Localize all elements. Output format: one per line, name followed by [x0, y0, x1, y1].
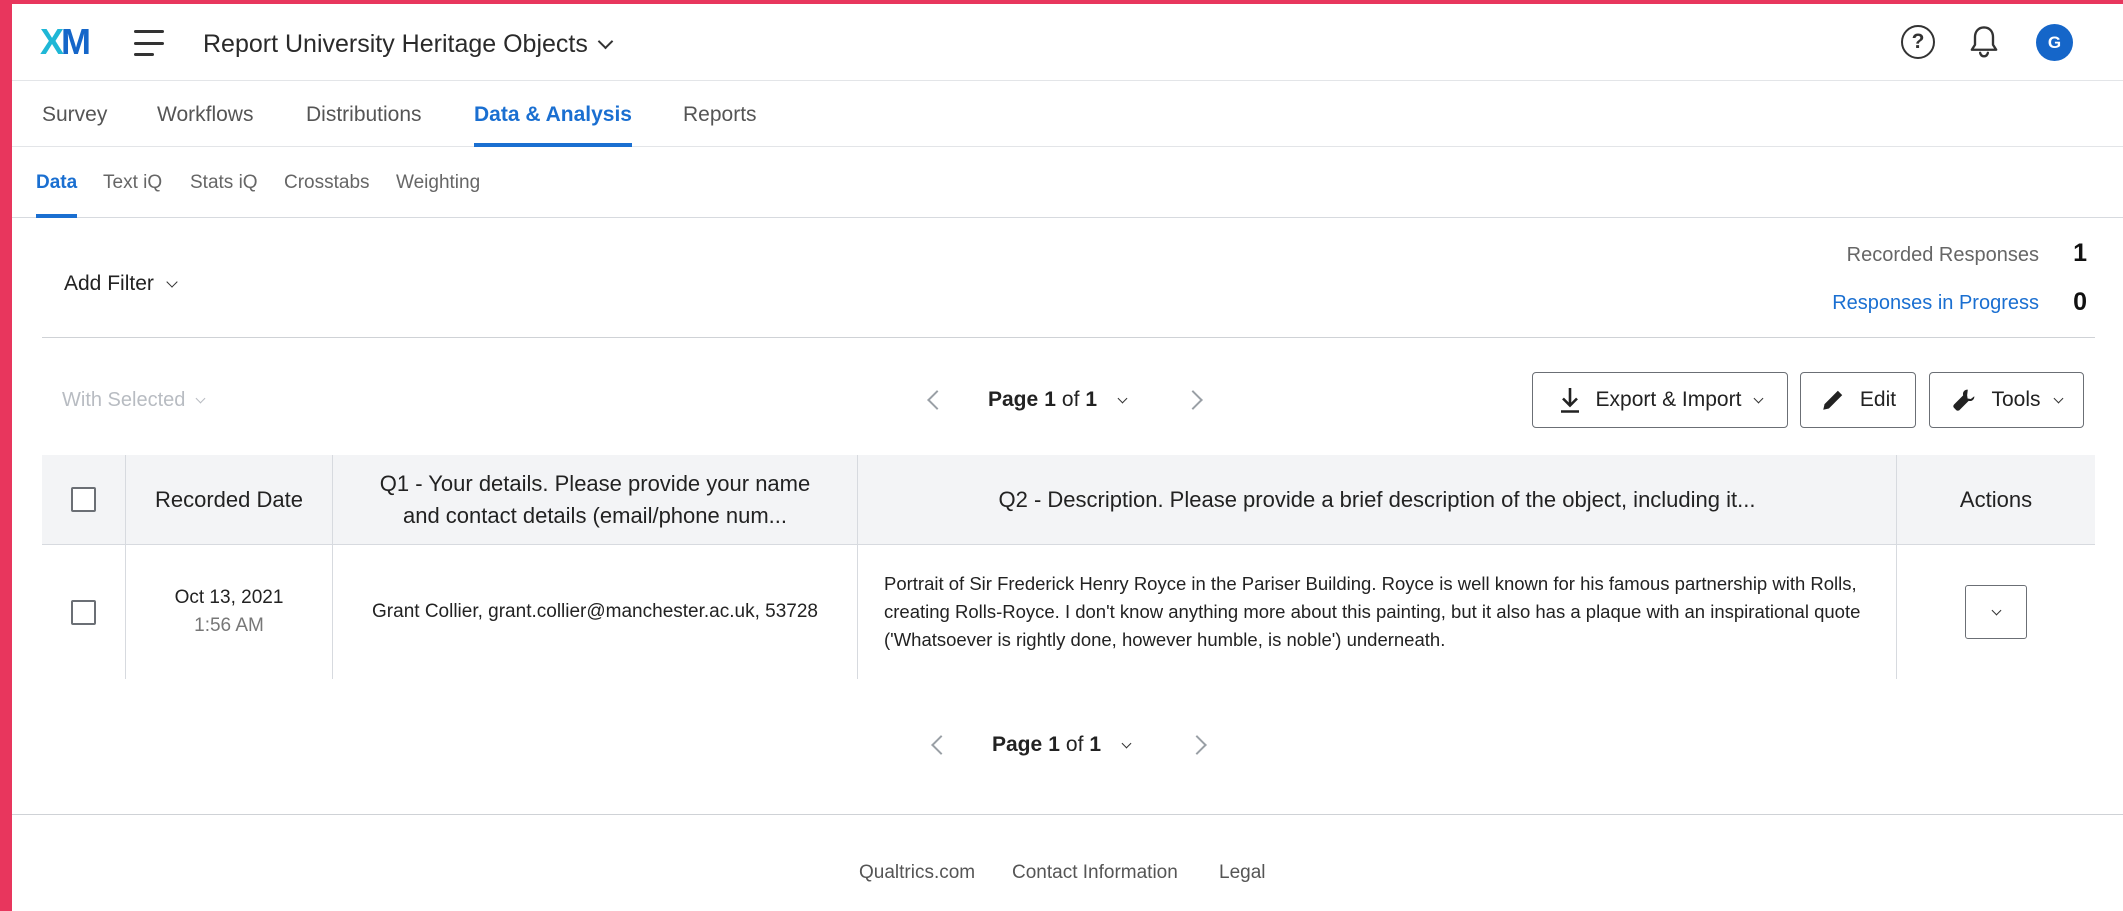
page-selector[interactable]: Page 1 of 1 [992, 733, 1132, 757]
download-icon [1560, 388, 1579, 413]
chevron-down-icon [195, 393, 206, 403]
add-filter-label: Add Filter [64, 272, 154, 295]
pencil-icon [1823, 390, 1843, 410]
row-checkbox[interactable] [71, 599, 96, 625]
footer-link-contact[interactable]: Contact Information [1012, 862, 1178, 890]
footer-divider [12, 814, 2123, 815]
wrench-icon [1953, 389, 1975, 411]
sub-nav: Data Text iQ Stats iQ Crosstabs Weightin… [12, 147, 2123, 218]
main-nav: Survey Workflows Distributions Data & An… [12, 81, 2123, 147]
tab-workflows[interactable]: Workflows [157, 81, 253, 147]
project-title: Report University Heritage Objects [203, 29, 588, 58]
page-selector[interactable]: Page 1 of 1 [988, 388, 1128, 412]
pagination-top: Page 1 of 1 [927, 380, 1203, 420]
bell-icon[interactable] [1967, 24, 2001, 60]
subtab-stats-iq[interactable]: Stats iQ [190, 147, 258, 218]
chevron-down-icon [1991, 605, 2001, 615]
divider [42, 337, 2095, 338]
recorded-date-cell: Oct 13, 2021 1:56 AM [126, 545, 332, 679]
footer-link-legal[interactable]: Legal [1219, 862, 1266, 890]
actions-cell [1897, 545, 2095, 679]
tools-label: Tools [1991, 388, 2041, 411]
subtab-data[interactable]: Data [36, 147, 78, 218]
select-all-checkbox[interactable] [71, 487, 96, 512]
row-select-cell [42, 545, 125, 679]
header-q1[interactable]: Q1 - Your details. Please provide your n… [333, 455, 857, 544]
recorded-date: Oct 13, 2021 [174, 587, 284, 608]
header-recorded-date[interactable]: Recorded Date [126, 455, 332, 544]
app-window: XM Report University Heritage Objects ? … [12, 4, 2123, 911]
chevron-down-icon [1121, 738, 1132, 748]
header-q2[interactable]: Q2 - Description. Please provide a brief… [858, 455, 1896, 544]
pagination-bottom: Page 1 of 1 [931, 725, 1207, 765]
tab-distributions[interactable]: Distributions [306, 81, 422, 147]
responses-in-progress-link[interactable]: Responses in Progress [1832, 292, 2039, 315]
row-actions-button[interactable] [1965, 585, 2027, 639]
help-icon[interactable]: ? [1901, 25, 1935, 59]
export-import-button[interactable]: Export & Import [1532, 372, 1788, 428]
chevron-down-icon [1753, 393, 1764, 403]
tab-reports[interactable]: Reports [683, 81, 757, 147]
with-selected-dropdown[interactable]: With Selected [62, 382, 206, 418]
export-import-label: Export & Import [1595, 388, 1742, 411]
recorded-responses-count: 1 [2073, 239, 2087, 267]
chevron-down-icon [597, 33, 614, 49]
responses-in-progress-count: 0 [2073, 288, 2087, 316]
with-selected-label: With Selected [62, 388, 186, 411]
subtab-text-iq[interactable]: Text iQ [103, 147, 162, 218]
top-bar: XM Report University Heritage Objects ? … [12, 4, 2123, 81]
previous-page-icon[interactable] [931, 735, 951, 755]
q1-cell: Grant Collier, grant.collier@manchester.… [372, 601, 818, 622]
edit-label: Edit [1859, 388, 1897, 411]
subtab-crosstabs[interactable]: Crosstabs [284, 147, 370, 218]
project-selector[interactable]: Report University Heritage Objects [203, 26, 614, 62]
header-actions: Actions [1959, 486, 2033, 512]
table-header: Recorded Date Q1 - Your details. Please … [42, 455, 2095, 545]
header-select-cell [42, 455, 125, 544]
tab-survey[interactable]: Survey [42, 81, 107, 147]
add-filter-button[interactable]: Add Filter [64, 266, 178, 302]
next-page-icon[interactable] [1183, 390, 1203, 410]
recorded-responses-label: Recorded Responses [1846, 244, 2039, 266]
chevron-down-icon [2053, 393, 2063, 403]
previous-page-icon[interactable] [927, 390, 947, 410]
xm-logo[interactable]: XM [40, 22, 91, 62]
menu-icon[interactable] [134, 30, 166, 56]
subtab-weighting[interactable]: Weighting [396, 147, 480, 218]
edit-button[interactable]: Edit [1800, 372, 1916, 428]
q2-cell: Portrait of Sir Frederick Henry Royce in… [884, 573, 1861, 650]
chevron-down-icon [1117, 393, 1128, 403]
next-page-icon[interactable] [1187, 735, 1207, 755]
recorded-time: 1:56 AM [194, 615, 264, 636]
chevron-down-icon [166, 276, 178, 288]
user-avatar[interactable]: G [2036, 24, 2073, 61]
tools-button[interactable]: Tools [1929, 372, 2084, 428]
footer-link-qualtrics[interactable]: Qualtrics.com [859, 862, 975, 890]
tab-data-analysis[interactable]: Data & Analysis [474, 81, 632, 147]
table-row: Oct 13, 2021 1:56 AM Grant Collier, gran… [42, 545, 2095, 679]
